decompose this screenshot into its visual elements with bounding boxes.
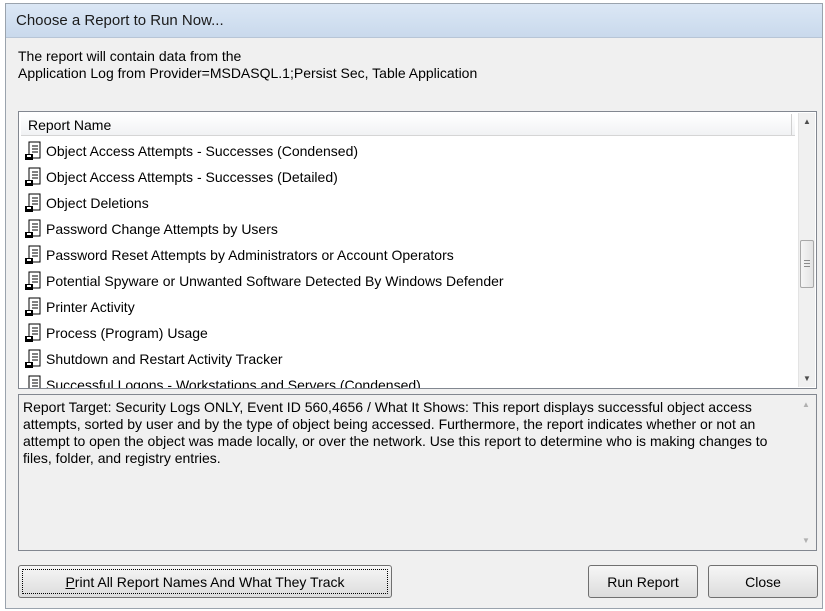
report-list-item[interactable]: Password Change Attempts by Users — [21, 216, 793, 242]
focus-ring — [22, 569, 388, 594]
report-name-label: Password Change Attempts by Users — [46, 221, 278, 237]
report-list-item[interactable]: Shutdown and Restart Activity Tracker — [21, 346, 793, 372]
report-document-icon — [24, 349, 42, 369]
column-header-report-name[interactable]: Report Name — [21, 114, 795, 136]
description-scrollbar[interactable]: ▲ ▼ — [798, 396, 815, 549]
grip-line — [804, 263, 810, 264]
run-report-button[interactable]: Run Report — [588, 565, 698, 598]
print-all-report-names-button[interactable]: Print All Report Names And What They Tra… — [18, 565, 392, 598]
report-name-label: Potential Spyware or Unwanted Software D… — [46, 273, 504, 289]
report-list[interactable]: Report Name Object Access Attempts - Suc… — [18, 111, 817, 389]
intro-line-2: Application Log from Provider=MSDASQL.1;… — [18, 65, 478, 81]
report-list-item[interactable]: Password Reset Attempts by Administrator… — [21, 242, 793, 268]
desc-scroll-up-arrow-icon[interactable]: ▲ — [798, 396, 814, 413]
report-name-label: Printer Activity — [46, 299, 135, 315]
report-document-icon — [24, 219, 42, 239]
column-divider[interactable] — [791, 114, 792, 135]
report-document-icon — [24, 167, 42, 187]
report-document-icon — [24, 297, 42, 317]
report-name-label: Password Reset Attempts by Administrator… — [46, 247, 454, 263]
report-name-label: Shutdown and Restart Activity Tracker — [46, 351, 283, 367]
report-dialog: Choose a Report to Run Now... The report… — [5, 3, 823, 609]
report-description-box[interactable]: Report Target: Security Logs ONLY, Event… — [18, 394, 817, 551]
scroll-up-arrow-icon[interactable]: ▲ — [799, 113, 815, 130]
report-document-icon — [24, 323, 42, 343]
report-document-icon — [24, 271, 42, 291]
dialog-title: Choose a Report to Run Now... — [16, 12, 224, 29]
scroll-thumb[interactable] — [800, 240, 814, 288]
desc-scroll-down-arrow-icon[interactable]: ▼ — [798, 532, 814, 549]
report-list-item[interactable]: Object Access Attempts - Successes (Cond… — [21, 138, 793, 164]
scroll-down-arrow-icon[interactable]: ▼ — [799, 370, 815, 387]
report-name-label: Object Deletions — [46, 195, 149, 211]
report-document-icon — [24, 375, 42, 388]
report-list-scrollbar[interactable]: ▲ ▼ — [798, 113, 815, 387]
title-bar[interactable]: Choose a Report to Run Now... — [6, 4, 822, 38]
report-document-icon — [24, 141, 42, 161]
report-list-item[interactable]: Successful Logons - Workstations and Ser… — [21, 372, 793, 388]
column-header-label: Report Name — [28, 117, 112, 133]
report-document-icon — [24, 245, 42, 265]
grip-line — [804, 266, 810, 267]
report-name-label: Object Access Attempts - Successes (Cond… — [46, 143, 359, 159]
report-description-text: Report Target: Security Logs ONLY, Event… — [23, 399, 768, 466]
report-list-item[interactable]: Printer Activity — [21, 294, 793, 320]
intro-line-1: The report will contain data from the — [18, 48, 242, 64]
report-document-icon — [24, 193, 42, 213]
report-list-item[interactable]: Object Access Attempts - Successes (Deta… — [21, 164, 793, 190]
grip-line — [804, 260, 810, 261]
report-list-item[interactable]: Potential Spyware or Unwanted Software D… — [21, 268, 793, 294]
report-list-item[interactable]: Object Deletions — [21, 190, 793, 216]
report-name-label: Successful Logons - Workstations and Ser… — [46, 377, 421, 388]
close-button[interactable]: Close — [708, 565, 818, 598]
report-rows: Object Access Attempts - Successes (Cond… — [21, 138, 793, 388]
intro-text: The report will contain data from the Ap… — [18, 48, 477, 82]
report-name-label: Object Access Attempts - Successes (Deta… — [46, 169, 338, 185]
report-name-label: Process (Program) Usage — [46, 325, 208, 341]
report-list-item[interactable]: Process (Program) Usage — [21, 320, 793, 346]
